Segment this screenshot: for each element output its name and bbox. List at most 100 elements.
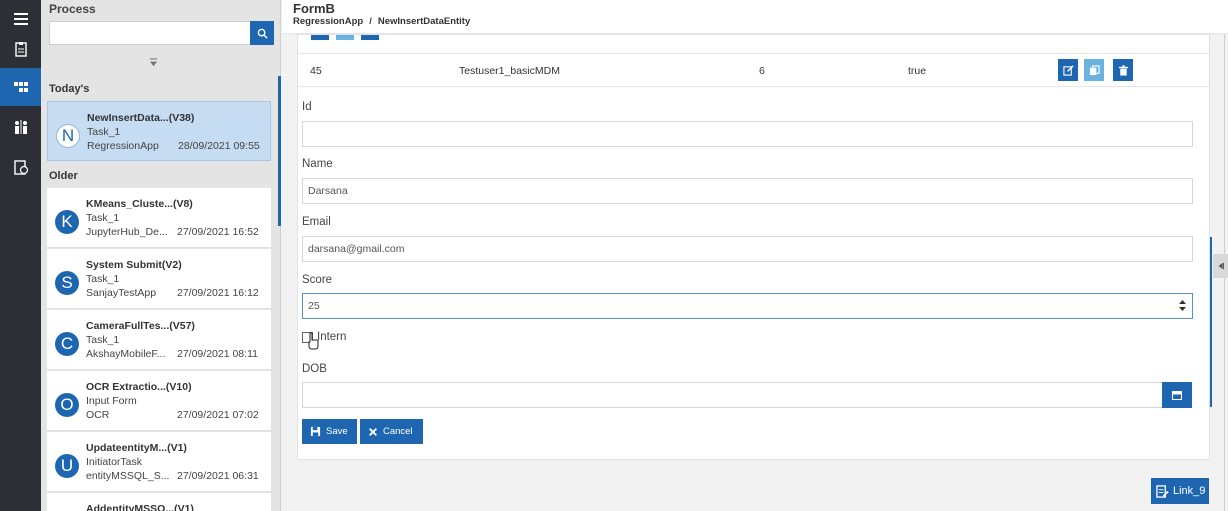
item-date: 27/09/2021 07:02 [177,409,259,421]
people-icon[interactable] [0,108,41,146]
close-icon [369,427,377,436]
list-item[interactable]: C CameraFullTes...(V57) Task_1 AkshayMob… [47,310,271,370]
delete-button[interactable] [1113,59,1133,81]
expand-panel-button[interactable] [1213,254,1228,278]
link-button[interactable]: Link_9 [1151,478,1209,504]
item-app: OCR [86,409,110,421]
clipboard-icon[interactable] [0,30,41,68]
search-button[interactable] [250,21,274,45]
toolbar-button[interactable] [311,35,329,40]
hand-cursor-icon [308,332,319,350]
cell-id: 45 [310,65,322,77]
toolbar-button[interactable] [336,35,354,40]
score-value: 25 [308,300,320,312]
process-scrollbar[interactable] [278,76,281,226]
avatar: C [55,332,79,356]
save-label: Save [326,426,348,437]
item-task: Task_1 [86,334,120,346]
name-field[interactable]: Darsana [302,178,1193,204]
avatar: N [56,124,80,148]
cancel-button[interactable]: Cancel [360,419,423,444]
page-title: FormB [293,1,335,16]
breadcrumb-separator: / [369,16,372,27]
item-task: InitiatorTask [86,456,143,468]
intern-label: Intern [317,331,347,343]
item-app: entityMSSQL_S... [86,470,170,482]
breadcrumb-app[interactable]: RegressionApp [293,16,363,27]
item-app: AkshayMobileF... [86,348,166,360]
item-date: 27/09/2021 16:12 [177,287,259,299]
item-task: Task_1 [87,126,121,138]
process-panel: Process Today's N NewInsertData...(V38) … [41,0,281,511]
email-field[interactable]: darsana@gmail.com [302,236,1193,262]
item-app: SanjayTestApp [86,287,157,299]
item-app: RegressionApp [87,140,159,152]
cell-user: Testuser1_basicMDM [459,65,560,77]
item-date: 27/09/2021 16:52 [177,226,259,238]
edit-button[interactable] [1058,59,1078,81]
avatar: U [55,454,79,478]
left-rail [0,0,41,511]
item-name: CameraFullTes...(V57) [86,320,195,332]
form-header: FormB RegressionApp / NewInsertDataEntity [282,0,1228,34]
workflow-icon[interactable] [0,68,41,106]
collapse-arrow-icon[interactable] [147,56,159,68]
item-task: Task_1 [86,212,120,224]
group-today-label: Today's [49,83,90,95]
name-label: Name [302,158,333,170]
list-item[interactable]: U UpdateentityM...(V1) InitiatorTask ent… [47,432,271,492]
task-settings-icon[interactable] [0,148,41,186]
cell-count: 6 [759,65,765,77]
cancel-label: Cancel [383,426,413,437]
list-item[interactable]: AddentityMSSO...(V1) [47,493,271,511]
process-title: Process [49,2,96,16]
list-item[interactable]: O OCR Extractio...(V10) Input Form OCR 2… [47,371,271,431]
copy-button[interactable] [1084,59,1104,81]
item-date: 28/09/2021 09:55 [178,140,260,152]
item-task: Task_1 [86,273,120,285]
copy-icon [1089,64,1100,75]
breadcrumb: RegressionApp / NewInsertDataEntity [293,16,470,27]
list-item[interactable]: N NewInsertData...(V38) Task_1 Regressio… [47,101,271,161]
calendar-button[interactable] [1162,382,1192,408]
list-item[interactable]: S System Submit(V2) Task_1 SanjayTestApp… [47,249,271,309]
item-date: 27/09/2021 08:11 [177,348,258,360]
item-app: JupyterHub_De... [86,226,168,238]
score-label: Score [302,274,333,286]
list-item[interactable]: K KMeans_Cluste...(V8) Task_1 JupyterHub… [47,188,271,248]
top-toolbar [311,35,379,40]
avatar: S [55,271,79,295]
email-label: Email [302,216,331,228]
save-button[interactable]: Save [302,419,357,444]
save-icon [310,426,321,437]
spinner-icon[interactable] [1179,300,1186,311]
item-name: System Submit(V2) [86,259,182,271]
table-row[interactable]: 45 Testuser1_basicMDM 6 true [298,53,1209,87]
item-name: UpdateentityM...(V1) [86,442,187,454]
link-label: Link_9 [1173,485,1206,497]
breadcrumb-entity[interactable]: NewInsertDataEntity [378,16,470,27]
toolbar-button[interactable] [361,35,379,40]
trash-icon [1118,64,1128,76]
item-name: NewInsertData...(V38) [87,112,195,124]
main-scrollbar[interactable] [1210,237,1212,407]
item-task: Input Form [86,395,137,407]
group-older-label: Older [49,170,78,182]
dob-field[interactable] [302,382,1164,408]
item-name: AddentityMSSO...(V1) [86,503,194,511]
edit-icon [1062,64,1074,76]
id-label: Id [302,101,312,113]
item-date: 27/09/2021 06:31 [177,470,259,482]
chevron-left-icon [1218,262,1224,270]
process-search-input[interactable] [49,21,251,45]
search-icon [257,28,268,39]
dob-label: DOB [302,363,327,375]
id-field[interactable] [302,121,1193,147]
form-link-icon [1156,484,1169,498]
avatar: K [55,210,79,234]
score-field[interactable]: 25 [302,293,1193,319]
calendar-icon [1172,391,1182,400]
avatar: O [55,393,79,417]
form-card: 45 Testuser1_basicMDM 6 true Id Name Dar… [297,34,1210,460]
cell-flag: true [908,65,927,77]
